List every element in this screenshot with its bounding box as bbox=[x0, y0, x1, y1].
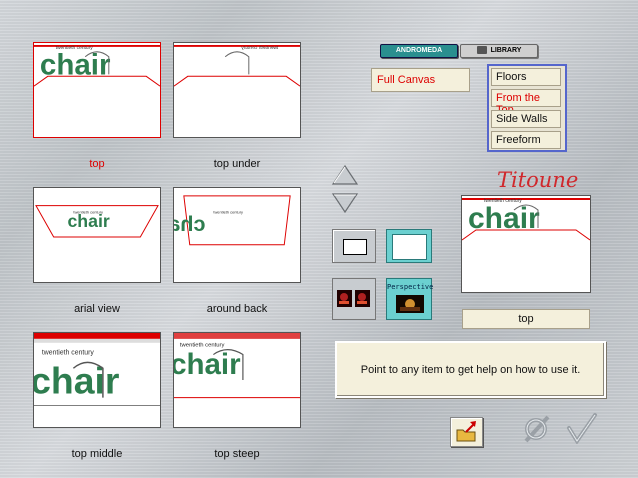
mode-item-from-the-top[interactable]: From the Top bbox=[491, 89, 561, 116]
svg-text:twentieth century: twentieth century bbox=[241, 45, 279, 51]
cancel-icon bbox=[524, 415, 550, 443]
mode-item-label: Freeform bbox=[496, 134, 541, 146]
svg-text:twentieth century: twentieth century bbox=[213, 209, 243, 214]
svg-text:chair: chair bbox=[174, 211, 206, 236]
large-frame-button[interactable] bbox=[386, 229, 432, 263]
folder-icon bbox=[476, 46, 487, 55]
svg-text:twentieth century: twentieth century bbox=[42, 350, 95, 357]
canvas-select-value: Full Canvas bbox=[377, 74, 436, 86]
large-frame-icon bbox=[392, 234, 427, 260]
preset-thumbnail[interactable]: twentieth century chair bbox=[173, 187, 301, 283]
chair-scene: twentieth centurychair bbox=[34, 45, 160, 87]
arrow-up-button[interactable] bbox=[331, 164, 359, 186]
chair-scene: twentieth centurychair bbox=[462, 198, 590, 241]
canvas-select[interactable]: Full Canvas bbox=[371, 68, 470, 92]
help-text: Point to any item to get help on how to … bbox=[360, 364, 581, 376]
chair-scene: twentieth centurychair bbox=[35, 205, 159, 238]
tab-andromeda-label: ANDROMEDA bbox=[395, 47, 443, 54]
perspective-button-label: Perspective bbox=[387, 283, 434, 291]
perspective-thumb-icon bbox=[396, 295, 424, 313]
svg-text:chair: chair bbox=[67, 211, 109, 231]
preset-thumbnail[interactable]: twentieth centurychair bbox=[33, 187, 161, 283]
preset-label[interactable]: around back bbox=[173, 303, 301, 315]
mode-item-freeform[interactable]: Freeform bbox=[491, 131, 561, 149]
arrow-down-icon bbox=[331, 193, 359, 214]
mode-item-floors[interactable]: Floors bbox=[491, 68, 561, 86]
perspective-button[interactable]: Perspective bbox=[386, 278, 434, 320]
mirror-images-button[interactable] bbox=[332, 278, 376, 320]
cancel-button[interactable] bbox=[522, 414, 552, 444]
mirror-images-icon bbox=[337, 290, 370, 307]
small-frame-button[interactable] bbox=[332, 229, 376, 263]
tab-library[interactable]: LIBRARY bbox=[460, 44, 538, 58]
tab-andromeda[interactable]: ANDROMEDA bbox=[380, 44, 458, 58]
arrow-down-button[interactable] bbox=[331, 192, 359, 214]
preset-label[interactable]: arial view bbox=[33, 303, 161, 315]
arrow-up-icon bbox=[331, 164, 359, 185]
small-frame-icon bbox=[343, 239, 367, 255]
checkmark-icon bbox=[567, 413, 597, 445]
help-box: Point to any item to get help on how to … bbox=[335, 341, 606, 398]
svg-text:chair: chair bbox=[40, 48, 111, 81]
preset-thumbnail[interactable]: twentieth centurychair bbox=[33, 332, 161, 428]
export-button[interactable] bbox=[450, 417, 483, 447]
preset-thumbnail[interactable]: twentieth centurychair bbox=[173, 42, 301, 138]
chair-scene: twentieth centurychair bbox=[174, 333, 300, 399]
preview-image: twentieth century chair bbox=[461, 195, 591, 293]
preset-label[interactable]: top under bbox=[173, 158, 301, 170]
preset-label[interactable]: top bbox=[33, 158, 161, 170]
preset-thumbnail[interactable]: twentieth centurychair bbox=[173, 332, 301, 428]
svg-text:chair: chair bbox=[468, 202, 540, 235]
chair-scene: twentieth century chair bbox=[174, 195, 291, 246]
preview-label: top bbox=[462, 309, 590, 329]
preset-thumbnail[interactable]: twentieth centurychair bbox=[33, 42, 161, 138]
mode-item-label: Side Walls bbox=[496, 113, 548, 125]
preset-label[interactable]: top steep bbox=[173, 448, 301, 460]
chair-scene: twentieth centurychair bbox=[34, 333, 160, 406]
ok-button[interactable] bbox=[566, 412, 598, 445]
chair-scene: twentieth centurychair bbox=[174, 45, 300, 87]
folder-export-icon bbox=[456, 421, 476, 442]
preset-label[interactable]: top middle bbox=[33, 448, 161, 460]
mode-list: Floors From the Top Side Walls Freeform bbox=[487, 64, 567, 152]
tab-library-label: LIBRARY bbox=[490, 47, 522, 54]
signature-logo: Titoune bbox=[497, 168, 579, 192]
mode-item-side-walls[interactable]: Side Walls bbox=[491, 110, 561, 128]
svg-text:chair: chair bbox=[174, 348, 241, 381]
mode-item-label: Floors bbox=[496, 71, 527, 83]
